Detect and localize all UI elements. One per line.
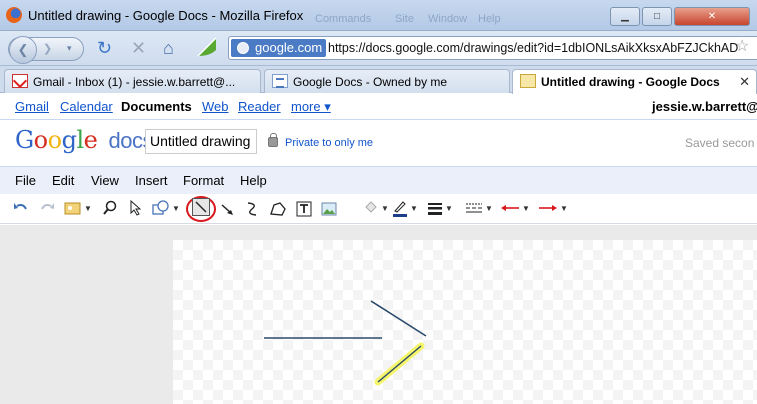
line-weight-icon[interactable]: ▼ <box>427 198 453 218</box>
globe-icon <box>237 42 249 54</box>
google-docs-logo[interactable]: Google docs <box>15 126 153 154</box>
canvas-area <box>0 225 757 404</box>
logo-google: Google <box>15 126 98 154</box>
arrow-icon[interactable] <box>220 199 236 219</box>
stop-icon[interactable]: ✕ <box>131 39 146 57</box>
chevron-down-icon: ▼ <box>84 203 92 213</box>
redo-icon[interactable] <box>39 198 55 218</box>
menu-format[interactable]: Format <box>183 173 224 188</box>
gbar-link-gmail[interactable]: Gmail <box>15 99 49 114</box>
menu-insert[interactable]: Insert <box>135 173 168 188</box>
drawing-canvas[interactable] <box>173 240 757 404</box>
site-identity-label: google.com <box>255 40 323 55</box>
tab-label: Untitled drawing - Google Docs <box>541 75 720 89</box>
gbar-link-more[interactable]: more ▾ <box>291 99 331 115</box>
chevron-down-icon: ▼ <box>522 203 530 213</box>
site-identity-button[interactable]: google.com <box>231 39 327 57</box>
account-email[interactable]: jessie.w.barrett@ <box>652 99 757 114</box>
close-window-button[interactable]: ✕ <box>674 7 750 26</box>
document-title-field[interactable]: Untitled drawing <box>145 129 257 154</box>
reload-icon[interactable]: ↻ <box>97 39 112 57</box>
minimize-button[interactable]: ▁ <box>610 7 640 26</box>
lock-icon <box>268 133 278 147</box>
save-status: Saved secon <box>685 136 755 150</box>
line-icon <box>195 201 207 213</box>
drawing-icon <box>520 74 536 88</box>
drawn-diagonal-line[interactable] <box>370 300 427 337</box>
url-text: https://docs.google.com/drawings/edit?id… <box>328 41 739 55</box>
home-icon[interactable]: ⌂ <box>163 39 174 57</box>
line-color-icon[interactable]: ▼ <box>392 198 418 218</box>
curve-icon[interactable] <box>244 199 260 219</box>
gmail-icon <box>12 74 28 88</box>
back-forward-group: ❮ ❯ ▾ <box>8 36 84 64</box>
history-dropdown-icon[interactable]: ▾ <box>67 43 72 54</box>
insert-image-icon[interactable] <box>321 199 337 219</box>
gbar-link-reader[interactable]: Reader <box>238 99 281 114</box>
line-end-icon[interactable]: ▼ <box>538 198 568 218</box>
tab-label: Gmail - Inbox (1) - jessie.w.barrett@... <box>33 75 236 89</box>
navigation-toolbar: ❮ ❯ ▾ ↻ ✕ ⌂ google.com https://docs.goog… <box>0 31 757 66</box>
close-tab-icon[interactable]: ✕ <box>739 74 750 90</box>
chevron-down-icon: ▼ <box>485 203 493 213</box>
back-button[interactable]: ❮ <box>9 36 37 64</box>
sharing-status-link[interactable]: Private to only me <box>285 137 373 149</box>
window-title-bar: Untitled drawing - Google Docs - Mozilla… <box>0 0 757 31</box>
back-arrow-icon: ❮ <box>17 42 29 57</box>
url-bar[interactable]: google.com https://docs.google.com/drawi… <box>228 36 757 60</box>
line-start-icon[interactable]: ▼ <box>500 198 530 218</box>
image-frame-icon[interactable]: ▼ <box>64 198 92 218</box>
menu-bar: File Edit View Insert Format Help <box>0 166 757 194</box>
chevron-down-icon: ▼ <box>410 203 418 213</box>
gbar-link-web[interactable]: Web <box>202 99 229 114</box>
menu-edit[interactable]: Edit <box>52 173 74 188</box>
undo-icon[interactable] <box>13 198 29 218</box>
maximize-button[interactable]: □ <box>642 7 672 26</box>
gbar-divider <box>0 119 757 120</box>
tab-gmail[interactable]: Gmail - Inbox (1) - jessie.w.barrett@... <box>4 69 261 93</box>
zoom-icon[interactable] <box>103 198 117 218</box>
menu-file[interactable]: File <box>15 173 36 188</box>
bookmark-star-icon[interactable]: ☆ <box>735 36 749 56</box>
ghost-menu-window: Window <box>428 13 468 25</box>
tab-google-docs-owned[interactable]: Google Docs - Owned by me <box>264 69 510 93</box>
drawn-selected-line[interactable] <box>377 345 422 383</box>
ghost-menu-commands: Commands <box>315 13 372 25</box>
drawing-toolbar: ▼ ▼ ▼ ▼ ▼ ▼ ▼ ▼ <box>0 194 757 224</box>
minimize-icon: ▁ <box>621 11 629 22</box>
google-bar: Gmail Calendar Documents Web Reader more… <box>0 94 757 119</box>
forward-button[interactable]: ❯ <box>43 42 52 55</box>
chevron-down-icon: ▼ <box>381 203 389 213</box>
text-box-icon[interactable] <box>296 199 312 219</box>
gbar-current-documents: Documents <box>121 99 192 114</box>
window-title: Untitled drawing - Google Docs - Mozilla… <box>28 8 304 23</box>
docs-icon <box>272 74 288 88</box>
ghost-menu-site: Site <box>395 13 414 25</box>
line-dash-icon[interactable]: ▼ <box>465 198 493 218</box>
close-icon: ✕ <box>707 11 717 22</box>
tab-untitled-drawing[interactable]: Untitled drawing - Google Docs ✕ <box>512 69 757 94</box>
tab-label: Google Docs - Owned by me <box>293 75 448 89</box>
fill-color-icon[interactable]: ▼ <box>363 198 389 218</box>
select-arrow-icon[interactable] <box>129 198 141 218</box>
menu-help[interactable]: Help <box>240 173 267 188</box>
chevron-down-icon: ▼ <box>172 203 180 213</box>
chevron-down-icon: ▼ <box>560 203 568 213</box>
tab-strip: Gmail - Inbox (1) - jessie.w.barrett@...… <box>0 66 757 94</box>
menu-view[interactable]: View <box>91 173 119 188</box>
gbar-link-calendar[interactable]: Calendar <box>60 99 113 114</box>
firefox-logo-icon <box>6 7 22 23</box>
ghost-menu-help: Help <box>478 13 501 25</box>
line-tool-button[interactable] <box>192 198 210 216</box>
addon-leaf-icon[interactable] <box>196 36 218 61</box>
maximize-icon: □ <box>653 11 661 22</box>
chevron-down-icon: ▼ <box>445 203 453 213</box>
shape-icon[interactable]: ▼ <box>152 198 180 218</box>
polyline-icon[interactable] <box>270 199 286 219</box>
